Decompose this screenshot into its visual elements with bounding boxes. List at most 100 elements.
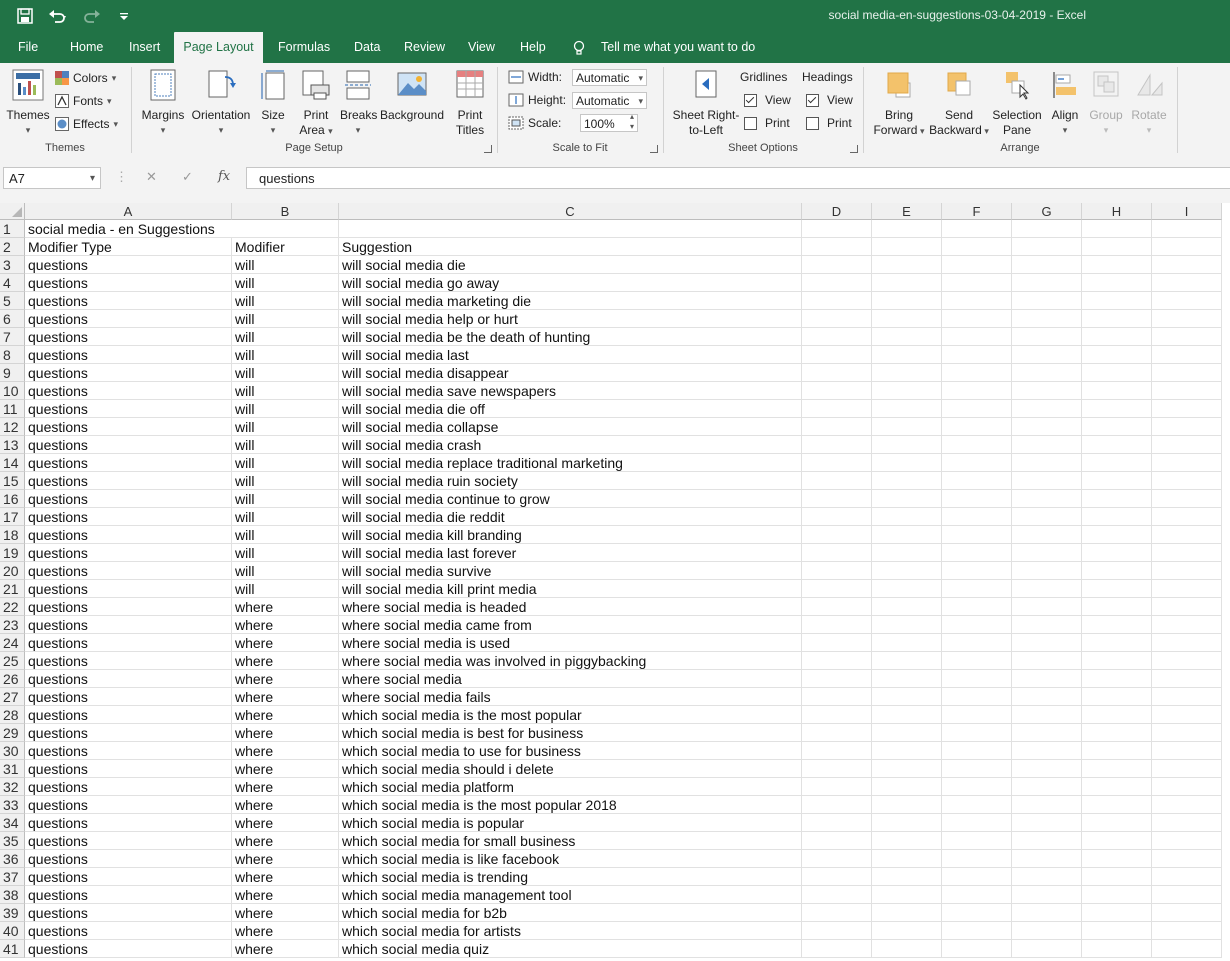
row-header[interactable]: 14 <box>0 454 25 472</box>
cell[interactable] <box>1152 580 1222 598</box>
table-cell[interactable]: questions <box>25 310 232 328</box>
cell[interactable] <box>1082 904 1152 922</box>
cell[interactable] <box>942 382 1012 400</box>
cell[interactable] <box>1012 400 1082 418</box>
cell[interactable] <box>872 796 942 814</box>
margins-button[interactable]: Margins ▾ <box>140 69 186 138</box>
cell[interactable] <box>1082 328 1152 346</box>
table-cell[interactable]: will <box>232 580 339 598</box>
cell[interactable] <box>1152 832 1222 850</box>
table-cell[interactable]: questions <box>25 580 232 598</box>
cell[interactable] <box>1152 364 1222 382</box>
colors-button[interactable]: Colors ▾ <box>55 68 116 88</box>
cell[interactable] <box>802 832 872 850</box>
table-cell[interactable]: questions <box>25 670 232 688</box>
table-cell[interactable]: questions <box>25 652 232 670</box>
gridlines-print-option[interactable]: Print <box>744 113 790 133</box>
table-cell[interactable]: which social media is best for business <box>339 724 802 742</box>
cancel-icon[interactable]: ✕ <box>146 169 157 185</box>
cell[interactable] <box>1152 346 1222 364</box>
cell[interactable] <box>1082 292 1152 310</box>
table-cell[interactable]: questions <box>25 508 232 526</box>
send-backward-button[interactable]: Send Backward ▾ <box>928 69 990 139</box>
table-cell[interactable]: where <box>232 904 339 922</box>
spin-up-icon[interactable]: ▴ <box>630 112 634 122</box>
row-header[interactable]: 3 <box>0 256 25 274</box>
column-header-e[interactable]: E <box>872 203 942 220</box>
table-cell[interactable]: questions <box>25 526 232 544</box>
cell[interactable] <box>1152 850 1222 868</box>
table-cell[interactable]: will social media ruin society <box>339 472 802 490</box>
cell[interactable] <box>1082 922 1152 940</box>
cell[interactable] <box>872 778 942 796</box>
cell[interactable] <box>1012 688 1082 706</box>
cell[interactable] <box>942 634 1012 652</box>
cell[interactable] <box>872 904 942 922</box>
cell[interactable] <box>802 292 872 310</box>
cell[interactable] <box>1012 220 1082 238</box>
cell[interactable] <box>1152 310 1222 328</box>
table-cell[interactable]: will social media be the death of huntin… <box>339 328 802 346</box>
table-cell[interactable]: questions <box>25 616 232 634</box>
row-header[interactable]: 36 <box>0 850 25 868</box>
gridlines-print-checkbox[interactable] <box>744 116 757 130</box>
row-header[interactable]: 40 <box>0 922 25 940</box>
table-cell[interactable]: questions <box>25 868 232 886</box>
table-cell[interactable]: will <box>232 400 339 418</box>
cell[interactable] <box>1152 652 1222 670</box>
row-header[interactable]: 19 <box>0 544 25 562</box>
cell[interactable] <box>802 238 872 256</box>
tab-review[interactable]: Review <box>394 32 455 63</box>
cell[interactable] <box>802 724 872 742</box>
tab-home[interactable]: Home <box>60 32 113 63</box>
cell[interactable] <box>1012 562 1082 580</box>
table-cell[interactable]: will <box>232 418 339 436</box>
table-cell[interactable]: which social media is the most popular <box>339 706 802 724</box>
cell[interactable] <box>872 616 942 634</box>
cell[interactable] <box>872 814 942 832</box>
table-cell[interactable]: will <box>232 526 339 544</box>
headings-view-checkbox[interactable] <box>806 93 819 107</box>
table-cell[interactable]: will social media disappear <box>339 364 802 382</box>
table-cell[interactable]: which social media should i delete <box>339 760 802 778</box>
cell[interactable] <box>802 904 872 922</box>
formula-input[interactable]: questions <box>246 167 1230 189</box>
table-cell[interactable]: where <box>232 742 339 760</box>
cell[interactable] <box>1152 238 1222 256</box>
cell[interactable] <box>872 688 942 706</box>
cell[interactable] <box>802 274 872 292</box>
cell[interactable] <box>872 364 942 382</box>
cell[interactable] <box>1082 850 1152 868</box>
cell[interactable] <box>1082 436 1152 454</box>
cell[interactable] <box>872 346 942 364</box>
cell[interactable] <box>942 490 1012 508</box>
cell[interactable] <box>872 922 942 940</box>
table-cell[interactable]: will social media crash <box>339 436 802 454</box>
row-header[interactable]: 32 <box>0 778 25 796</box>
cell[interactable] <box>942 274 1012 292</box>
cell[interactable] <box>1152 490 1222 508</box>
table-cell[interactable]: will social media die <box>339 256 802 274</box>
cell[interactable] <box>942 580 1012 598</box>
table-cell[interactable]: where social media <box>339 670 802 688</box>
row-header[interactable]: 38 <box>0 886 25 904</box>
size-button[interactable]: Size ▾ <box>256 69 290 138</box>
table-cell[interactable]: which social media quiz <box>339 940 802 958</box>
cell[interactable] <box>942 400 1012 418</box>
cell[interactable] <box>942 616 1012 634</box>
table-cell[interactable]: will <box>232 562 339 580</box>
cell[interactable] <box>942 850 1012 868</box>
cell[interactable] <box>1152 508 1222 526</box>
cell[interactable] <box>1012 526 1082 544</box>
table-cell[interactable]: questions <box>25 364 232 382</box>
row-header[interactable]: 30 <box>0 742 25 760</box>
table-cell[interactable]: questions <box>25 940 232 958</box>
cell[interactable] <box>872 850 942 868</box>
table-cell[interactable]: questions <box>25 778 232 796</box>
cell[interactable] <box>942 922 1012 940</box>
cell[interactable] <box>1082 364 1152 382</box>
table-cell[interactable]: questions <box>25 418 232 436</box>
cell[interactable] <box>1082 382 1152 400</box>
cell[interactable] <box>872 634 942 652</box>
headings-print-checkbox[interactable] <box>806 116 819 130</box>
